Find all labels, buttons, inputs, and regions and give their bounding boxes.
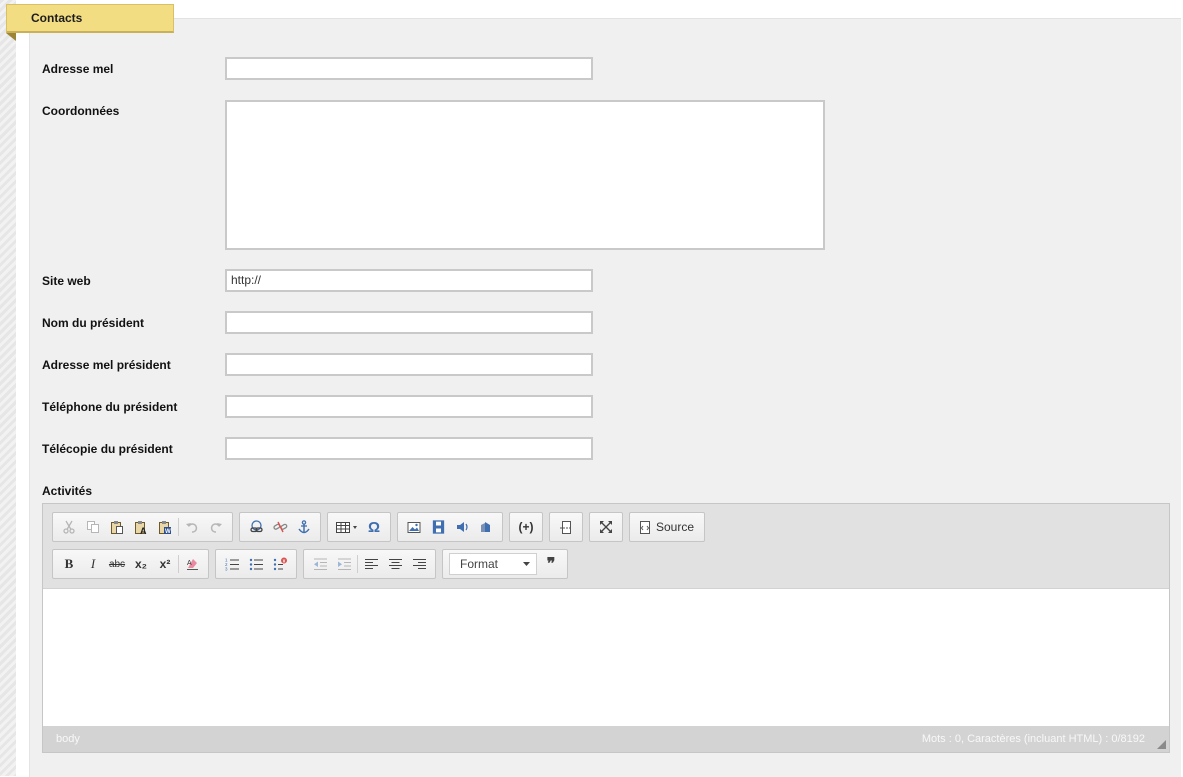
redo-icon[interactable] <box>204 516 228 538</box>
svg-text:A: A <box>187 560 192 567</box>
format-group: Format ❞ <box>442 549 568 579</box>
source-button[interactable]: Source <box>634 516 700 538</box>
image-icon[interactable] <box>402 516 426 538</box>
editor-content-area[interactable] <box>43 588 1169 726</box>
link-icon[interactable] <box>244 516 268 538</box>
blockquote-icon[interactable]: ❞ <box>539 553 563 575</box>
president-email-field[interactable] <box>225 353 593 376</box>
president-name-label: Nom du président <box>42 316 145 330</box>
format-dropdown-icon <box>523 562 530 566</box>
outdent-icon[interactable] <box>308 553 332 575</box>
indent-align-group <box>303 549 436 579</box>
italic-icon[interactable]: I <box>81 553 105 575</box>
svg-text:3: 3 <box>225 567 228 572</box>
subscript-icon[interactable]: x₂ <box>129 553 153 575</box>
coords-textarea[interactable] <box>225 100 825 250</box>
page-break-group <box>549 512 583 542</box>
unlink-icon[interactable] <box>268 516 292 538</box>
toolbar-separator <box>178 555 179 573</box>
remove-format-icon[interactable]: A <box>180 553 204 575</box>
svg-text:x: x <box>282 558 285 564</box>
left-stripe <box>0 0 16 776</box>
maximize-group <box>589 512 623 542</box>
format-dropdown[interactable]: Format <box>449 553 537 575</box>
email-label: Adresse mel <box>42 62 114 76</box>
audio-icon[interactable] <box>450 516 474 538</box>
strikethrough-icon[interactable]: abc <box>105 553 129 575</box>
toolbar-separator <box>178 518 179 536</box>
page-break-icon[interactable] <box>554 516 578 538</box>
cut-icon[interactable] <box>57 516 81 538</box>
table-icon[interactable] <box>332 516 362 538</box>
president-fax-field[interactable] <box>225 437 593 460</box>
media-group <box>397 512 503 542</box>
president-email-label: Adresse mel président <box>42 358 171 372</box>
resize-handle[interactable] <box>1157 740 1166 749</box>
numbered-list-icon[interactable]: 123 <box>220 553 244 575</box>
coords-label: Coordonnées <box>42 104 120 118</box>
rich-text-editor: A W Ω (+) Source B I abc x₂ x² A 1 2 3 x… <box>42 503 1170 753</box>
toolbar-row-2: B I abc x₂ x² A 123 x Format ❞ <box>52 549 568 581</box>
basic-styles-group: B I abc x₂ x² A <box>52 549 209 579</box>
anchor-icon[interactable] <box>292 516 316 538</box>
word-count: Mots : 0, Caractères (incluant HTML) : 0… <box>921 733 1145 745</box>
activities-label: Activités <box>42 484 93 498</box>
checklist-icon[interactable]: x <box>268 553 292 575</box>
svg-text:W: W <box>165 529 171 535</box>
flash-icon[interactable] <box>474 516 498 538</box>
president-fax-label: Télécopie du président <box>42 442 173 456</box>
special-char-icon[interactable]: Ω <box>362 516 386 538</box>
bulleted-list-icon[interactable] <box>244 553 268 575</box>
source-group: Source <box>629 512 706 542</box>
undo-icon[interactable] <box>180 516 204 538</box>
president-phone-label: Téléphone du président <box>42 400 178 414</box>
paste-icon[interactable] <box>105 516 129 538</box>
maximize-icon[interactable] <box>594 516 618 538</box>
toolbar-separator <box>357 555 358 573</box>
insert-code-icon[interactable]: (+) <box>514 516 538 538</box>
align-right-icon[interactable] <box>407 553 431 575</box>
link-group <box>239 512 321 542</box>
tab-fold <box>6 33 16 41</box>
video-icon[interactable] <box>426 516 450 538</box>
superscript-icon[interactable]: x² <box>153 553 177 575</box>
president-phone-field[interactable] <box>225 395 593 418</box>
insert-group: Ω <box>327 512 391 542</box>
email-field[interactable] <box>225 57 593 80</box>
section-tab-contacts: Contacts <box>6 4 174 33</box>
editor-statusbar: body Mots : 0, Caractères (incluant HTML… <box>43 726 1169 752</box>
paste-text-icon[interactable]: A <box>129 516 153 538</box>
align-center-icon[interactable] <box>383 553 407 575</box>
svg-text:A: A <box>140 526 147 535</box>
clipboard-group: A W <box>52 512 233 542</box>
bold-icon[interactable]: B <box>57 553 81 575</box>
source-label: Source <box>656 520 695 534</box>
format-label: Format <box>460 557 499 571</box>
copy-icon[interactable] <box>81 516 105 538</box>
website-label: Site web <box>42 274 91 288</box>
indent-icon[interactable] <box>332 553 356 575</box>
president-name-field[interactable] <box>225 311 593 334</box>
list-group: 123 x <box>215 549 297 579</box>
website-field[interactable]: http:// <box>225 269 593 292</box>
code-group: (+) <box>509 512 543 542</box>
paste-word-icon[interactable]: W <box>153 516 177 538</box>
align-left-icon[interactable] <box>359 553 383 575</box>
element-path[interactable]: body <box>56 733 80 745</box>
source-icon <box>638 520 652 535</box>
toolbar-row-1: A W Ω (+) Source <box>52 512 706 544</box>
